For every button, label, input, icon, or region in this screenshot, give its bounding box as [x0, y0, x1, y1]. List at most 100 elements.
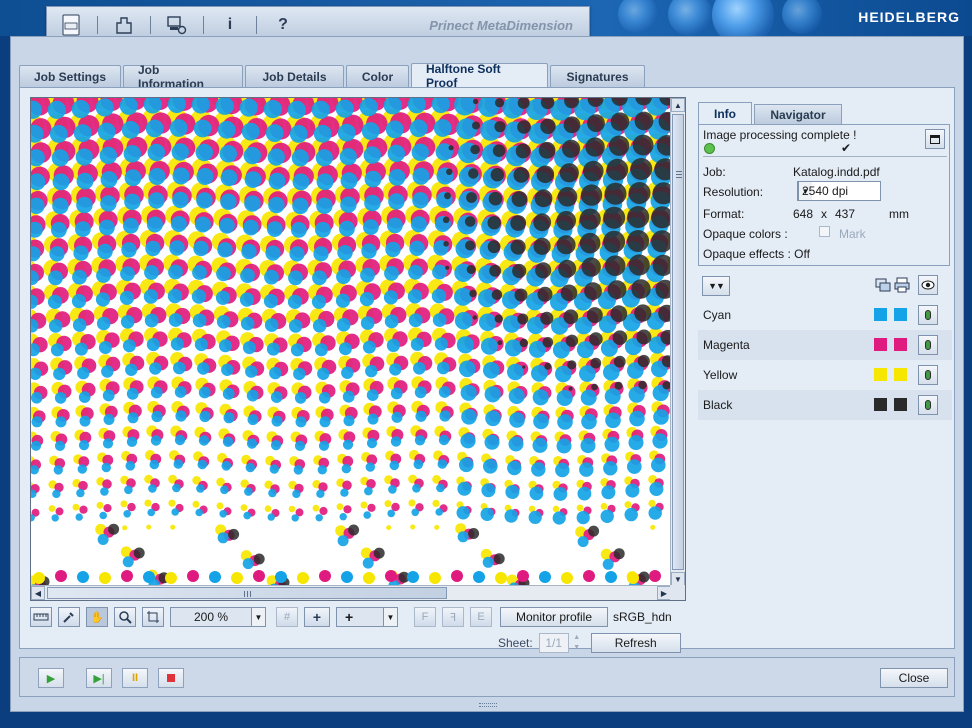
halftone-dot [388, 193, 405, 210]
rotate-icon[interactable]: E [470, 607, 492, 627]
tab-info[interactable]: Info [698, 102, 752, 124]
halftone-dot [494, 121, 506, 133]
eyedropper-icon[interactable] [58, 607, 80, 627]
grid-icon[interactable]: # [276, 607, 298, 627]
halftone-dot [468, 528, 480, 539]
halftone-dot [583, 160, 604, 182]
format-unit: mm [889, 207, 909, 221]
scroll-right-button[interactable]: ▶ [657, 586, 671, 600]
info-icon[interactable]: i [216, 11, 244, 39]
halftone-dot [219, 145, 237, 163]
step-forward-icon[interactable]: ▶| [86, 668, 112, 688]
horizontal-scrollbar[interactable]: ◀ ▶ [31, 585, 671, 600]
separation-row-cyan[interactable]: Cyan [698, 300, 952, 330]
measure-icon[interactable] [30, 607, 52, 627]
separation-row-black[interactable]: Black [698, 390, 952, 420]
halftone-dot [147, 508, 155, 517]
resolution-select[interactable]: 2540 dpi ▼ [797, 181, 881, 201]
halftone-dot [565, 334, 579, 347]
resize-grip[interactable] [479, 703, 497, 707]
maximize-button[interactable] [925, 129, 945, 149]
collapse-button[interactable]: ▼▼ [702, 276, 730, 296]
main-tabs: Job Settings Job Information Job Details… [19, 62, 647, 91]
flip-vertical-icon[interactable]: ꟻ [442, 607, 464, 627]
job-label: Job: [703, 165, 726, 179]
separation-row-yellow[interactable]: Yellow [698, 360, 952, 390]
tab-signatures[interactable]: Signatures [550, 65, 645, 87]
zoom-tool-icon[interactable] [114, 607, 136, 627]
halftone-dot [627, 206, 650, 228]
chevron-up-icon[interactable]: ▲ [571, 633, 583, 643]
halftone-dot [96, 316, 111, 331]
scroll-down-button[interactable]: ▼ [671, 572, 685, 586]
halftone-dot [133, 547, 145, 559]
toggle-visibility-cyan[interactable] [918, 305, 938, 325]
zoom-select[interactable]: 200 % ▼ [170, 607, 266, 627]
halftone-dot [268, 488, 277, 498]
halftone-dot [319, 570, 331, 582]
screen-view-icon[interactable] [875, 276, 891, 294]
visibility-all-button[interactable] [918, 275, 938, 295]
help-icon[interactable]: ? [269, 11, 297, 39]
halftone-dot [459, 360, 476, 378]
toggle-visibility-magenta[interactable] [918, 335, 938, 355]
play-icon[interactable]: ▶ [38, 668, 64, 688]
sheet-field[interactable]: 1/1 [538, 633, 569, 653]
tab-halftone-soft-proof[interactable]: Halftone Soft Proof [411, 62, 548, 90]
scroll-left-button[interactable]: ◀ [31, 586, 45, 600]
halftone-dot [366, 438, 378, 449]
halftone-dot [385, 120, 404, 139]
crosshair-select[interactable]: + ▼ [336, 607, 398, 627]
system-settings-icon[interactable] [163, 11, 191, 39]
tab-job-information[interactable]: Job Information [123, 63, 243, 91]
vertical-scrollbar[interactable]: ▲ ▼ [670, 98, 685, 586]
pause-icon[interactable]: II [122, 668, 148, 688]
horizontal-scroll-thumb[interactable] [47, 587, 447, 599]
halftone-dot [415, 410, 427, 422]
halftone-dot [391, 411, 403, 423]
tab-navigator[interactable]: Navigator [754, 104, 842, 124]
chevron-down-icon[interactable]: ▼ [383, 608, 397, 626]
halftone-dot [504, 509, 518, 523]
separation-row-magenta[interactable]: Magenta [698, 330, 952, 360]
tab-color[interactable]: Color [346, 65, 409, 87]
halftone-dot [147, 143, 165, 162]
halftone-dot [606, 158, 629, 181]
refresh-button[interactable]: Refresh [590, 633, 681, 653]
toggle-visibility-black[interactable] [918, 395, 938, 415]
scroll-up-button[interactable]: ▲ [671, 98, 685, 112]
halftone-proof-image[interactable] [31, 98, 671, 586]
add-button[interactable]: + [304, 607, 330, 627]
halftone-dot [604, 436, 620, 452]
halftone-dot [53, 465, 63, 475]
halftone-dot [48, 319, 63, 333]
vertical-scroll-thumb[interactable] [672, 114, 684, 570]
stop-icon[interactable] [158, 668, 184, 688]
halftone-dot [588, 525, 600, 537]
halftone-dot [78, 440, 90, 451]
halftone-dot [267, 513, 275, 521]
halftone-dot [241, 243, 257, 260]
halftone-dot [562, 139, 581, 158]
chevron-down-icon[interactable]: ▼ [251, 608, 265, 626]
halftone-dot [492, 144, 506, 157]
halftone-dot [219, 510, 227, 518]
job-ticket-icon[interactable] [57, 11, 85, 39]
chevron-down-icon[interactable]: ▼ [571, 643, 583, 653]
crop-tool-icon[interactable] [142, 607, 164, 627]
proof-viewer[interactable]: ▲ ▼ ◀ ▶ [30, 97, 686, 601]
halftone-dot [610, 112, 630, 131]
flip-horizontal-icon[interactable]: F [414, 607, 436, 627]
close-button[interactable]: Close [880, 668, 948, 688]
sheet-stepper[interactable]: ▲ ▼ [571, 633, 583, 653]
toggle-visibility-yellow[interactable] [918, 365, 938, 385]
print-view-icon[interactable] [894, 276, 910, 294]
tab-job-details[interactable]: Job Details [245, 65, 344, 87]
hand-tool-icon[interactable]: ✋ [86, 607, 108, 627]
monitor-profile-button[interactable]: Monitor profile [500, 607, 608, 627]
tab-job-settings[interactable]: Job Settings [19, 65, 121, 87]
mark-checkbox[interactable] [819, 226, 830, 237]
output-icon[interactable] [110, 11, 138, 39]
halftone-dot [220, 169, 238, 187]
halftone-dot [95, 98, 114, 117]
